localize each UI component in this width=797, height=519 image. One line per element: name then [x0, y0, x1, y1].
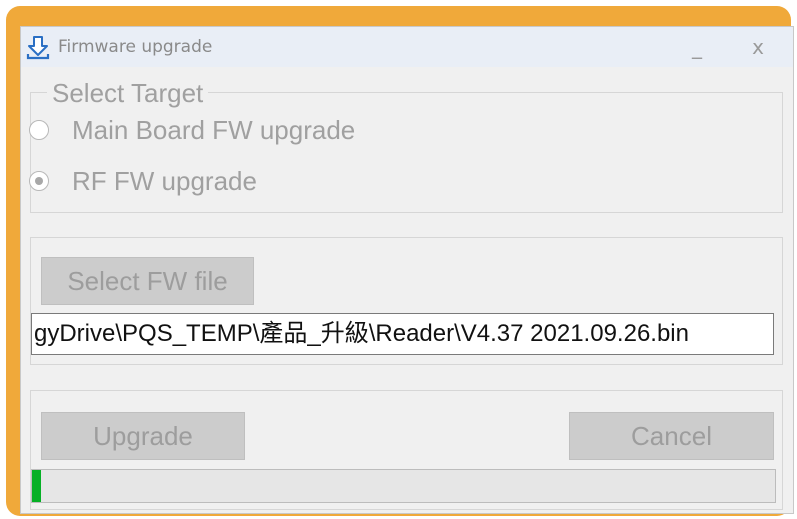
cancel-button[interactable]: Cancel: [569, 412, 774, 460]
radio-checked-icon[interactable]: [29, 171, 49, 191]
radio-main-board-label: Main Board FW upgrade: [72, 115, 356, 145]
radio-dot-icon: [35, 177, 43, 185]
firmware-path-text: gyDrive\PQS_TEMP\產品_升級\Reader\V4.37 2021…: [34, 320, 689, 347]
firmware-upgrade-dialog: Firmware upgrade _ x Select Target Main …: [20, 26, 794, 514]
minimize-button[interactable]: _: [677, 29, 717, 65]
close-button[interactable]: x: [738, 29, 778, 65]
upgrade-progress-bar: [31, 469, 776, 503]
download-arrow-icon: [26, 36, 50, 60]
progress-fill: [32, 470, 41, 502]
radio-rf-label: RF FW upgrade: [72, 166, 257, 196]
select-fw-file-button[interactable]: Select FW file: [41, 257, 254, 305]
title-bar[interactable]: Firmware upgrade _ x: [21, 27, 793, 67]
window-title: Firmware upgrade: [58, 37, 213, 57]
upgrade-button[interactable]: Upgrade: [41, 412, 245, 460]
firmware-path-field[interactable]: gyDrive\PQS_TEMP\產品_升級\Reader\V4.37 2021…: [31, 313, 774, 355]
select-target-legend: Select Target: [47, 79, 209, 107]
radio-unchecked-icon[interactable]: [29, 120, 49, 140]
